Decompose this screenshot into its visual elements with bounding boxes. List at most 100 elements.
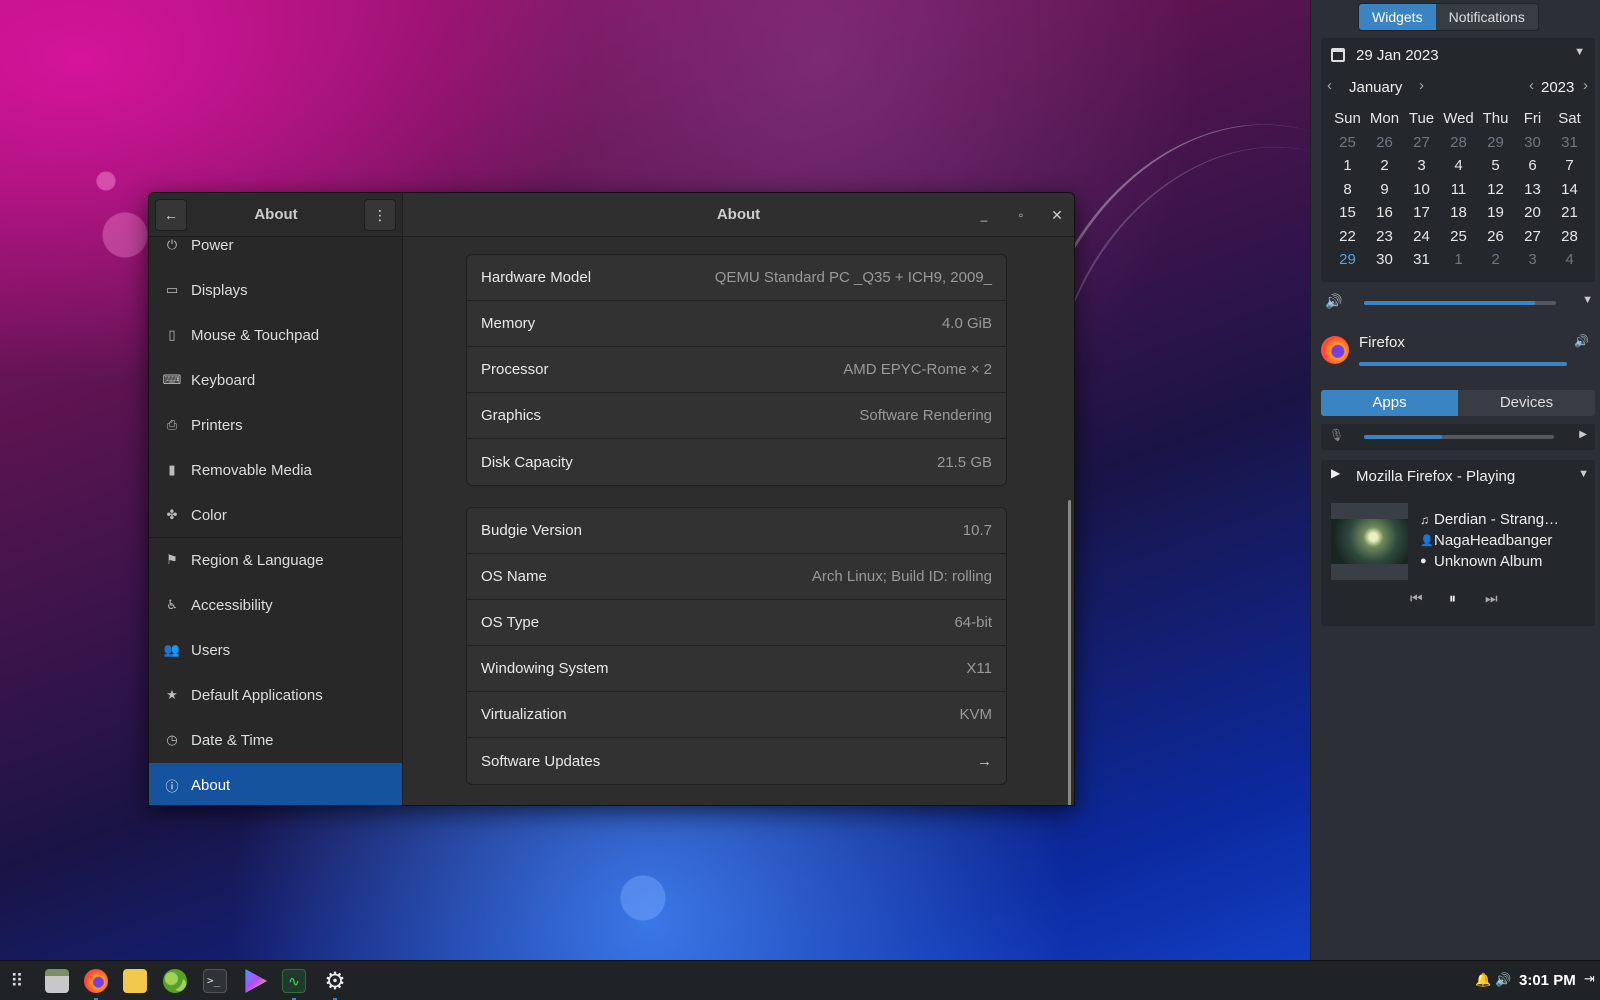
calendar-day[interactable]: 12 bbox=[1477, 181, 1514, 205]
calendar-day[interactable]: 30 bbox=[1514, 134, 1551, 158]
calendar-day[interactable]: 20 bbox=[1514, 204, 1551, 228]
sidebar-item-label: Accessibility bbox=[191, 596, 273, 614]
calendar-day[interactable]: 2 bbox=[1477, 251, 1514, 275]
calendar-day[interactable]: 8 bbox=[1329, 181, 1366, 205]
calendar-day[interactable]: 25 bbox=[1329, 134, 1366, 158]
calendar-day[interactable]: 16 bbox=[1366, 204, 1403, 228]
calendar-day[interactable]: 25 bbox=[1440, 228, 1477, 252]
calendar-day[interactable]: 2 bbox=[1366, 157, 1403, 181]
scrollbar[interactable] bbox=[1068, 500, 1071, 805]
row-value: Arch Linux; Build ID: rolling bbox=[811, 568, 992, 585]
sidebar-item-removable-media[interactable]: ▮ Removable Media bbox=[149, 448, 402, 493]
minimize-button[interactable]: _ bbox=[972, 203, 996, 227]
microphone-slider[interactable] bbox=[1364, 435, 1554, 439]
calendar-day[interactable]: 29 bbox=[1477, 134, 1514, 158]
calendar-day[interactable]: 9 bbox=[1366, 181, 1403, 205]
next-month-button[interactable]: › bbox=[1419, 77, 1424, 94]
calendar-day[interactable]: 4 bbox=[1551, 251, 1588, 275]
calendar-day[interactable]: 28 bbox=[1551, 228, 1588, 252]
volume-slider[interactable] bbox=[1364, 301, 1556, 305]
album-art-frame bbox=[1331, 503, 1408, 580]
calendar-day[interactable]: 17 bbox=[1403, 204, 1440, 228]
sidebar-item-date-time[interactable]: ◷ Date & Time bbox=[149, 718, 402, 763]
calendar-day[interactable]: 14 bbox=[1551, 181, 1588, 205]
sidebar-item-color[interactable]: ✤ Color bbox=[149, 493, 402, 538]
calendar-day[interactable]: 29 bbox=[1329, 251, 1366, 275]
calendar-day[interactable]: 21 bbox=[1551, 204, 1588, 228]
tab-devices[interactable]: Devices bbox=[1458, 390, 1595, 416]
prev-year-button[interactable]: ‹ bbox=[1529, 77, 1534, 94]
sidebar-item-label: Power bbox=[191, 237, 234, 254]
firefox-icon[interactable] bbox=[84, 969, 108, 993]
tab-widgets[interactable]: Widgets bbox=[1359, 4, 1436, 30]
sidebar-item-about[interactable]: ⓘ About bbox=[149, 763, 402, 805]
calendar-day[interactable]: 28 bbox=[1440, 134, 1477, 158]
power-menu-icon[interactable]: ⇥ bbox=[1584, 971, 1595, 987]
tray-volume-icon[interactable]: 🔊 bbox=[1495, 972, 1511, 988]
menu-button[interactable]: ⋮ bbox=[364, 199, 396, 231]
tab-apps[interactable]: Apps bbox=[1321, 390, 1458, 416]
next-year-button[interactable]: › bbox=[1583, 77, 1588, 94]
sidebar-item-mouse-touchpad[interactable]: ▯ Mouse & Touchpad bbox=[149, 313, 402, 358]
notification-bell-icon[interactable]: 🔔 bbox=[1475, 972, 1491, 988]
maximize-button[interactable]: ▫ bbox=[1009, 203, 1033, 227]
taskbar-clock[interactable]: 3:01 PM bbox=[1519, 972, 1576, 989]
next-track-button[interactable]: ⏭ bbox=[1485, 590, 1498, 607]
terminal-icon[interactable]: >_ bbox=[203, 969, 227, 993]
files-icon[interactable] bbox=[45, 969, 69, 993]
settings-icon[interactable]: ⚙ bbox=[322, 968, 348, 995]
close-button[interactable]: ✕ bbox=[1045, 203, 1069, 227]
previous-track-button[interactable]: ⏮ bbox=[1410, 590, 1423, 607]
sidebar-item-accessibility[interactable]: ♿ Accessibility bbox=[149, 583, 402, 628]
calendar-day[interactable]: 27 bbox=[1514, 228, 1551, 252]
collapse-calendar-icon[interactable]: ▼ bbox=[1574, 46, 1585, 58]
calendar-day[interactable]: 26 bbox=[1477, 228, 1514, 252]
sidebar-item-region-language[interactable]: ⚑ Region & Language bbox=[149, 538, 402, 583]
calendar-day[interactable]: 31 bbox=[1403, 251, 1440, 275]
calendar-day[interactable]: 30 bbox=[1366, 251, 1403, 275]
calendar-day[interactable]: 24 bbox=[1403, 228, 1440, 252]
player-icon[interactable] bbox=[245, 969, 267, 993]
calendar-day[interactable]: 1 bbox=[1329, 157, 1366, 181]
accessibility-icon: ♿ bbox=[166, 597, 178, 612]
sidebar-item-default-applications[interactable]: ★ Default Applications bbox=[149, 673, 402, 718]
calendar-day[interactable]: 4 bbox=[1440, 157, 1477, 181]
calendar-day[interactable]: 26 bbox=[1366, 134, 1403, 158]
expand-microphone-icon[interactable]: ▶ bbox=[1579, 429, 1587, 440]
sidebar-item-power[interactable]: ⏻ Power bbox=[149, 237, 402, 268]
calendar-day[interactable]: 13 bbox=[1514, 181, 1551, 205]
prev-month-button[interactable]: ‹ bbox=[1327, 77, 1332, 94]
calendar-day[interactable]: 19 bbox=[1477, 204, 1514, 228]
calendar-day[interactable]: 15 bbox=[1329, 204, 1366, 228]
calendar-day[interactable]: 10 bbox=[1403, 181, 1440, 205]
hexchat-icon[interactable] bbox=[163, 969, 187, 993]
calendar-day[interactable]: 7 bbox=[1551, 157, 1588, 181]
software-updates-row[interactable]: Software Updates → bbox=[467, 738, 1006, 784]
calendar-day[interactable]: 3 bbox=[1514, 251, 1551, 275]
app-speaker-icon[interactable]: 🔊 bbox=[1574, 334, 1589, 348]
sidebar-item-printers[interactable]: ⎙ Printers bbox=[149, 403, 402, 448]
app-grid-icon[interactable]: ⠿ bbox=[7, 971, 27, 991]
app-volume-slider[interactable] bbox=[1359, 362, 1567, 366]
calendar-day[interactable]: 18 bbox=[1440, 204, 1477, 228]
calendar-day[interactable]: 5 bbox=[1477, 157, 1514, 181]
sidebar-item-displays[interactable]: ▭ Displays bbox=[149, 268, 402, 313]
pause-button[interactable]: ⏸ bbox=[1449, 590, 1456, 607]
calendar-day[interactable]: 11 bbox=[1440, 181, 1477, 205]
weekday-header: Wed bbox=[1443, 110, 1474, 127]
calendar-day[interactable]: 31 bbox=[1551, 134, 1588, 158]
mail-icon[interactable] bbox=[123, 969, 147, 993]
calendar-day[interactable]: 3 bbox=[1403, 157, 1440, 181]
system-monitor-icon[interactable]: ∿ bbox=[282, 969, 306, 993]
collapse-player-icon[interactable]: ▼ bbox=[1578, 468, 1589, 480]
expand-volume-icon[interactable]: ▼ bbox=[1582, 294, 1593, 306]
sidebar-item-users[interactable]: 👥 Users bbox=[149, 628, 402, 673]
info-row: Virtualization KVM bbox=[467, 692, 1006, 738]
calendar-day[interactable]: 23 bbox=[1366, 228, 1403, 252]
calendar-day[interactable]: 1 bbox=[1440, 251, 1477, 275]
sidebar-item-keyboard[interactable]: ⌨ Keyboard bbox=[149, 358, 402, 403]
tab-notifications[interactable]: Notifications bbox=[1435, 4, 1538, 30]
calendar-day[interactable]: 22 bbox=[1329, 228, 1366, 252]
calendar-day[interactable]: 27 bbox=[1403, 134, 1440, 158]
calendar-day[interactable]: 6 bbox=[1514, 157, 1551, 181]
